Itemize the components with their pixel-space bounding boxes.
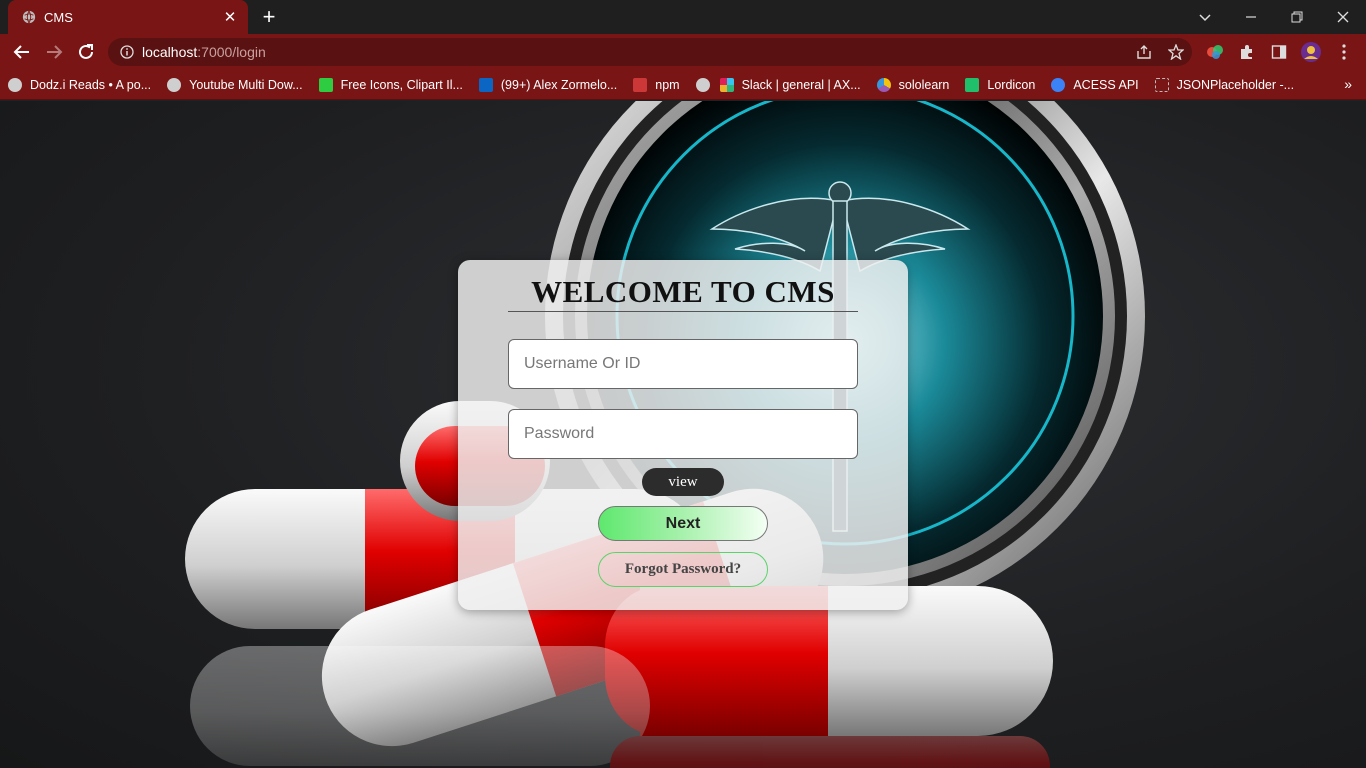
tab-close-icon[interactable]: ✕ [222, 8, 238, 26]
bookmark-item[interactable]: Dodz.i Reads • A po... [8, 77, 152, 92]
lordicon-icon [965, 77, 980, 92]
bookmarks-bar: Dodz.i Reads • A po... Youtube Multi Dow… [0, 70, 1366, 100]
forward-icon[interactable] [40, 38, 68, 66]
extension-colorful-icon[interactable] [1203, 40, 1227, 64]
restore-icon[interactable] [1274, 0, 1320, 34]
minimize-icon[interactable] [1228, 0, 1274, 34]
reload-icon[interactable] [72, 38, 100, 66]
address-bar[interactable]: localhost:7000/login [108, 38, 1192, 66]
new-tab-button[interactable]: + [258, 6, 280, 28]
bookmark-item[interactable] [695, 77, 710, 92]
globe-icon [695, 77, 710, 92]
bookmark-item[interactable]: ACESS API [1051, 77, 1139, 92]
share-icon[interactable] [1132, 40, 1156, 64]
browser-tab[interactable]: CMS ✕ [8, 0, 248, 34]
info-icon[interactable] [120, 45, 134, 59]
bookmark-label: Youtube Multi Dow... [189, 77, 303, 92]
bookmark-label: (99+) Alex Zormelo... [500, 77, 618, 92]
close-window-icon[interactable] [1320, 0, 1366, 34]
password-input[interactable] [508, 409, 858, 459]
login-card: WELCOME TO CMS view Next Forgot Password… [458, 260, 908, 610]
menu-kebab-icon[interactable] [1332, 40, 1356, 64]
browser-tab-strip: CMS ✕ + [0, 0, 1366, 34]
sololearn-icon [876, 77, 891, 92]
api-icon [1051, 77, 1066, 92]
url-host: localhost [142, 44, 198, 60]
slack-icon [719, 77, 734, 92]
browser-toolbar: localhost:7000/login [0, 34, 1366, 70]
title-divider [508, 311, 858, 312]
bookmark-label: Lordicon [987, 77, 1036, 92]
bookmark-item[interactable]: (99+) Alex Zormelo... [478, 77, 618, 92]
globe-icon [167, 77, 182, 92]
back-icon[interactable] [8, 38, 36, 66]
linkedin-icon [478, 77, 493, 92]
freepik-icon [318, 77, 333, 92]
globe-icon [22, 10, 36, 24]
username-input[interactable] [508, 339, 858, 389]
url-path: :7000/login [197, 44, 266, 60]
login-page-background: WELCOME TO CMS view Next Forgot Password… [0, 101, 1366, 768]
extensions-puzzle-icon[interactable] [1235, 40, 1259, 64]
tab-title: CMS [44, 9, 73, 25]
bookmark-label: sololearn [898, 77, 950, 92]
bookmark-item[interactable]: Free Icons, Clipart Il... [318, 77, 463, 92]
bookmark-item[interactable]: npm [633, 77, 680, 92]
npm-icon [633, 77, 648, 92]
forgot-password-button[interactable]: Forgot Password? [598, 552, 768, 587]
bookmark-star-icon[interactable] [1164, 40, 1188, 64]
bookmark-item[interactable]: Lordicon [965, 77, 1036, 92]
bookmark-item[interactable]: Slack | general | AX... [719, 77, 861, 92]
globe-icon [8, 77, 22, 92]
bookmark-label: npm [655, 77, 680, 92]
tab-search-icon[interactable] [1182, 0, 1228, 34]
bookmark-label: ACESS API [1073, 77, 1139, 92]
bookmark-item[interactable]: Youtube Multi Dow... [167, 77, 303, 92]
bookmark-item[interactable]: sololearn [876, 77, 950, 92]
bookmarks-overflow-icon[interactable]: » [1344, 76, 1352, 92]
json-icon [1154, 77, 1169, 92]
view-password-button[interactable]: view [642, 468, 724, 496]
next-button[interactable]: Next [598, 506, 768, 541]
bookmark-label: JSONPlaceholder -... [1176, 77, 1295, 92]
bookmark-label: Free Icons, Clipart Il... [340, 77, 463, 92]
page-title: WELCOME TO CMS [531, 274, 835, 309]
bookmark-item[interactable]: JSONPlaceholder -... [1154, 77, 1295, 92]
side-panel-icon[interactable] [1267, 40, 1291, 64]
profile-avatar[interactable] [1299, 40, 1323, 64]
bookmark-label: Dodz.i Reads • A po... [30, 77, 152, 92]
bookmark-label: Slack | general | AX... [741, 77, 861, 92]
